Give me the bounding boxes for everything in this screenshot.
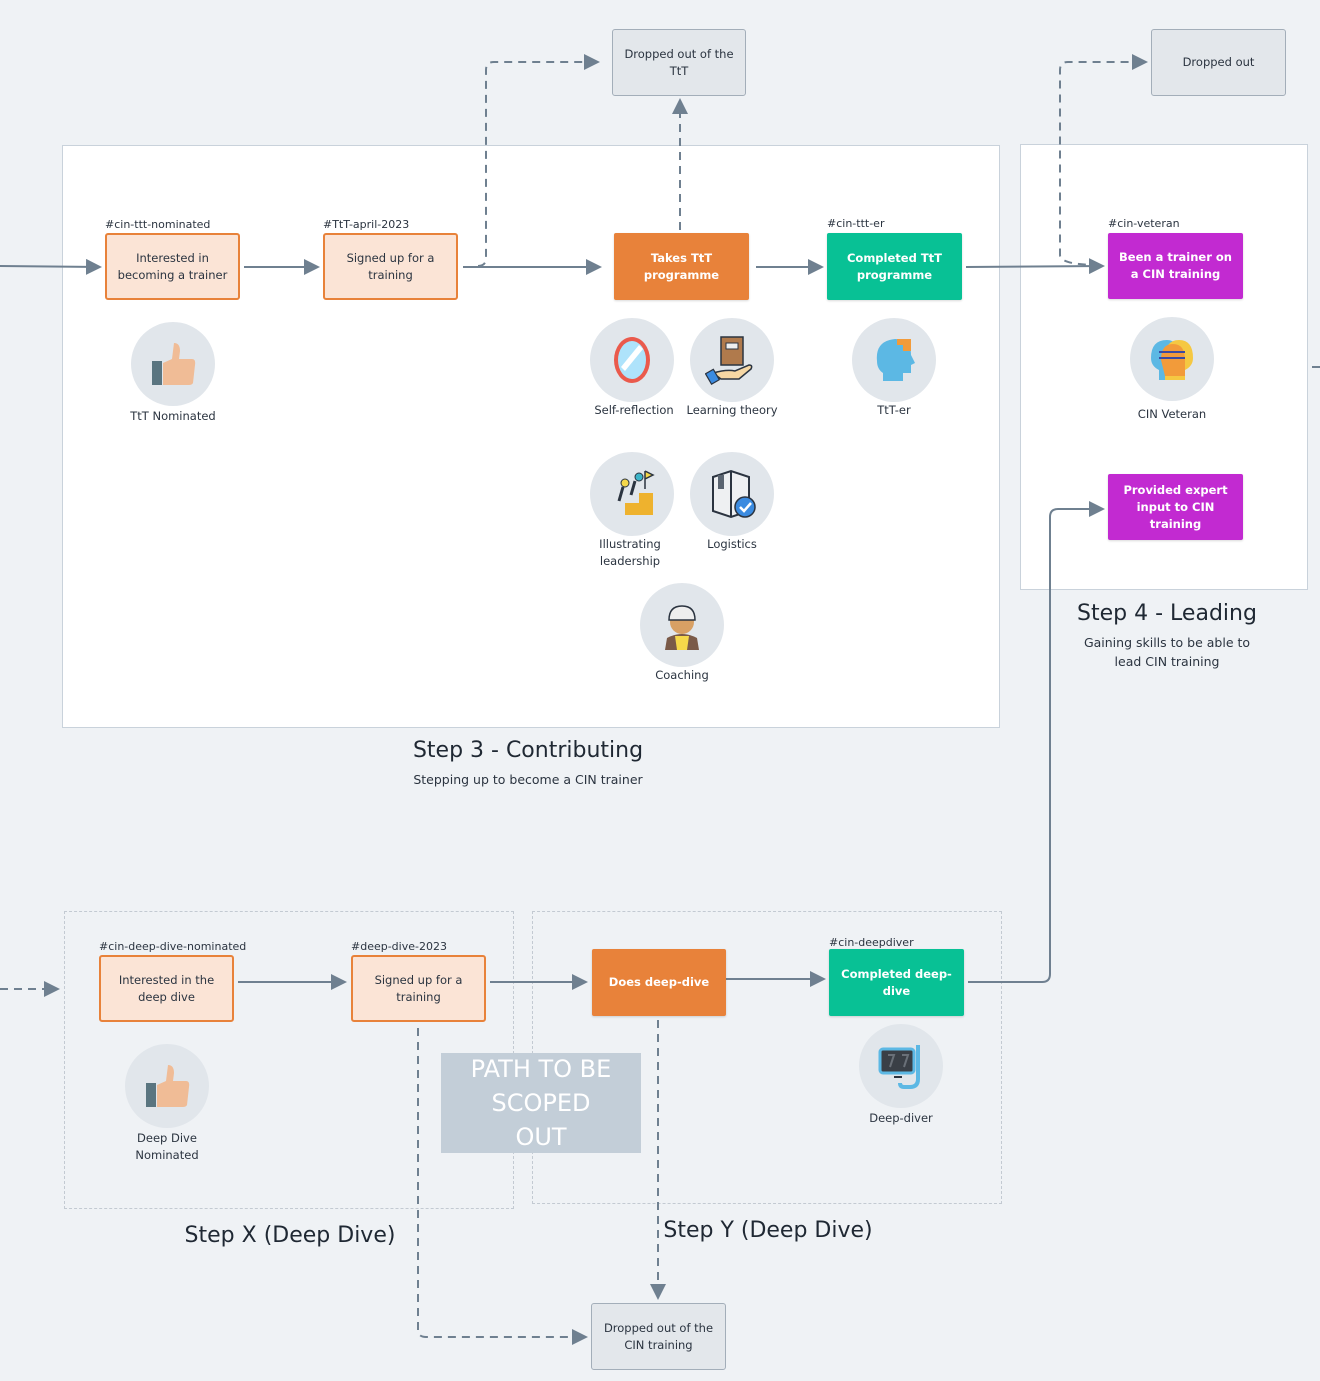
node-dd-signed-up[interactable]: Signed up for a training (351, 955, 486, 1022)
badge-ttt-er (852, 318, 936, 402)
tag-cin-ttt-nominated: #cin-ttt-nominated (105, 218, 211, 231)
scope-note: PATH TO BE SCOPED OUT (441, 1053, 641, 1153)
label-deep-dive-nominated: Deep Dive Nominated (135, 1131, 199, 1162)
mirror-icon (614, 337, 650, 383)
label-deep-diver: Deep-diver (869, 1111, 933, 1125)
thumbs-up-icon (152, 343, 196, 385)
badge-logistics (690, 452, 774, 536)
badge-deep-diver (859, 1024, 943, 1108)
tag-cin-ttt-er: #cin-ttt-er (827, 217, 885, 230)
label-coaching: Coaching (655, 668, 709, 682)
node-veteran-trainer[interactable]: Been a trainer on a CIN training (1108, 233, 1243, 299)
tag-ttt-april-2023: #TtT-april-2023 (323, 218, 410, 231)
stepx-title: Step X (Deep Dive) (184, 1223, 396, 1248)
badge-learning-theory (690, 318, 774, 402)
label-self-reflection: Self-reflection (594, 403, 674, 417)
climbing-leader-icon (611, 470, 655, 515)
snorkel-mask-icon (878, 1045, 920, 1089)
box-check-icon (712, 469, 756, 519)
node-dropped-out[interactable]: Dropped out (1151, 29, 1286, 96)
node-expert-input[interactable]: Provided expert input to CIN training (1108, 474, 1243, 540)
node-dropped-ttt[interactable]: Dropped out of the TtT (612, 29, 746, 96)
book-in-hand-icon (705, 336, 753, 386)
label-ttt-nominated: TtT Nominated (130, 409, 216, 423)
badge-self-reflection (590, 318, 674, 402)
label-ttt-er: TtT-er (877, 403, 911, 417)
thumbs-up-icon (146, 1065, 190, 1107)
label-learning-theory: Learning theory (686, 403, 778, 417)
tag-deep-dive-2023: #deep-dive-2023 (351, 940, 447, 953)
badge-illustrating-leadership (590, 452, 674, 536)
step3-subtitle: Stepping up to become a CIN trainer (413, 772, 643, 787)
step3-title: Step 3 - Contributing (412, 738, 644, 763)
node-interested-trainer[interactable]: Interested in becoming a trainer (105, 233, 240, 300)
step4-subtitle: Gaining skills to be able to lead CIN tr… (1083, 635, 1251, 669)
badge-deep-dive-nominated (125, 1044, 209, 1128)
node-dropped-cin[interactable]: Dropped out of the CIN training (591, 1303, 726, 1370)
coach-icon (665, 605, 699, 650)
label-cin-veteran: CIN Veteran (1137, 407, 1207, 421)
badge-coaching (640, 583, 724, 667)
node-dd-does[interactable]: Does deep-dive (592, 949, 726, 1016)
tag-cin-deepdiver: #cin-deepdiver (829, 936, 914, 949)
heads-exchange-icon (1151, 340, 1193, 380)
node-dd-completed[interactable]: Completed deep-dive (829, 949, 964, 1016)
node-completed-ttt[interactable]: Completed TtT programme (827, 233, 962, 300)
tag-cin-veteran: #cin-veteran (1108, 217, 1180, 230)
label-illustrating-leadership: Illustrating leadership (599, 537, 661, 568)
head-profile-icon (876, 339, 915, 381)
step4-title: Step 4 - Leading (1077, 601, 1257, 626)
badge-ttt-nominated (131, 322, 215, 406)
badge-cin-veteran (1130, 317, 1214, 401)
label-logistics: Logistics (707, 537, 757, 551)
node-signed-up-ttt[interactable]: Signed up for a training (323, 233, 458, 300)
node-takes-ttt[interactable]: Takes TtT programme (614, 233, 749, 300)
node-dd-interested[interactable]: Interested in the deep dive (99, 955, 234, 1022)
stepy-title: Step Y (Deep Dive) (663, 1218, 873, 1243)
tag-cin-deep-dive-nominated: #cin-deep-dive-nominated (99, 940, 247, 953)
